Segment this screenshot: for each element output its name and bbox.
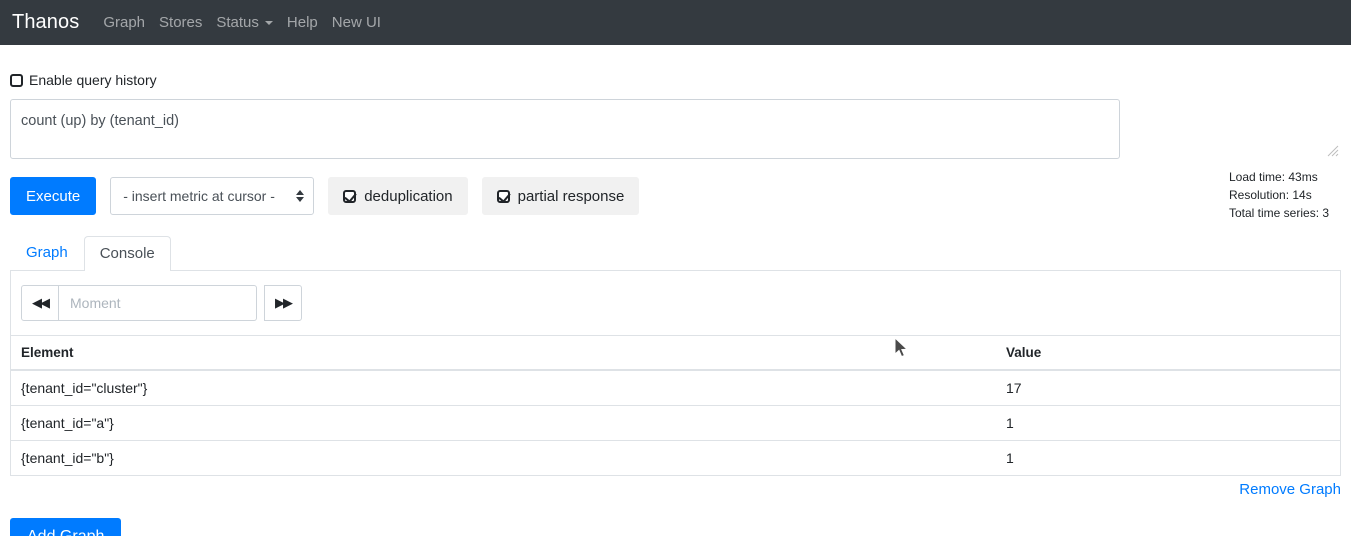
table-row: {tenant_id="b"} 1 — [11, 440, 1340, 475]
select-arrows-icon — [296, 190, 305, 202]
metric-select[interactable]: - insert metric at cursor - — [110, 177, 315, 215]
results-table: Element Value {tenant_id="cluster"} 17 {… — [11, 335, 1340, 475]
add-graph-button[interactable]: Add Graph — [10, 518, 122, 536]
nav-item-stores[interactable]: Stores — [159, 14, 202, 31]
tab-console[interactable]: Console — [83, 236, 171, 271]
chevron-down-icon — [264, 20, 273, 25]
stat-resolution: Resolution: 14s — [1229, 188, 1312, 202]
results-table-head: Element Value — [11, 335, 1340, 371]
table-row: {tenant_id="cluster"} 17 — [11, 369, 1340, 406]
deduplication-checkbox-icon[interactable] — [343, 189, 357, 203]
nav-item-stores-label: Stores — [159, 14, 203, 31]
cell-value: 17 — [996, 369, 1340, 406]
query-stats: Load time: 43ms Resolution: 14s Total ti… — [1229, 168, 1351, 222]
double-right-arrow-icon: ▶▶ — [275, 295, 293, 310]
stat-total-series: Total time series: 3 — [1229, 206, 1330, 220]
tab-graph[interactable]: Graph — [10, 235, 84, 270]
nav-item-status[interactable]: Status — [216, 14, 273, 31]
nav-item-help-label: Help — [286, 14, 318, 31]
partial-response-label: partial response — [517, 187, 625, 205]
cell-value: 1 — [996, 405, 1340, 441]
nav-item-graph[interactable]: Graph — [103, 14, 145, 31]
cell-element: {tenant_id="a"} — [11, 405, 996, 441]
moment-input[interactable] — [59, 285, 257, 321]
stat-load-time: Load time: 43ms — [1229, 170, 1318, 184]
console-panel: ◀◀ ▶▶ Element Value {tenant_id="cluster"… — [10, 270, 1341, 476]
nav-item-new-ui-label: New UI — [331, 14, 381, 31]
enable-query-history-checkbox[interactable] — [10, 73, 23, 87]
page-body: Enable query history Load time: 43ms Res… — [0, 72, 1351, 536]
query-controls: Execute - insert metric at cursor - dedu… — [10, 177, 1341, 215]
nav-item-status-label: Status — [216, 14, 259, 31]
execute-button[interactable]: Execute — [10, 177, 97, 215]
nav-item-new-ui[interactable]: New UI — [332, 14, 381, 31]
cell-value: 1 — [996, 440, 1340, 475]
navbar: Thanos Graph Stores Status Help New UI — [0, 0, 1351, 45]
metric-select-value: - insert metric at cursor - — [123, 188, 275, 204]
cell-element: {tenant_id="cluster"} — [11, 369, 996, 406]
column-header-element: Element — [11, 335, 996, 371]
enable-query-history-label: Enable query history — [29, 72, 157, 88]
query-input[interactable] — [10, 99, 1120, 159]
deduplication-toggle[interactable]: deduplication — [328, 177, 468, 215]
brand-thanos[interactable]: Thanos — [12, 11, 79, 34]
moment-prev-button[interactable]: ◀◀ — [21, 285, 59, 321]
moment-controls: ◀◀ ▶▶ — [11, 285, 1340, 321]
query-row — [10, 99, 1341, 159]
deduplication-label: deduplication — [364, 187, 453, 205]
remove-graph-link[interactable]: Remove Graph — [10, 481, 1341, 498]
column-header-value: Value — [996, 335, 1340, 371]
table-row: {tenant_id="a"} 1 — [11, 405, 1340, 441]
results-table-body: {tenant_id="cluster"} 17 {tenant_id="a"}… — [11, 369, 1340, 475]
double-left-arrow-icon: ◀◀ — [32, 295, 50, 310]
enable-query-history-row[interactable]: Enable query history — [10, 72, 1341, 88]
cell-element: {tenant_id="b"} — [11, 440, 996, 475]
resize-handle-icon[interactable] — [1325, 143, 1339, 157]
nav-item-help[interactable]: Help — [287, 14, 318, 31]
table-header-row: Element Value — [11, 335, 1340, 371]
result-tabs: Graph Console — [10, 234, 1341, 271]
partial-response-checkbox-icon[interactable] — [496, 189, 510, 203]
partial-response-toggle[interactable]: partial response — [481, 177, 640, 215]
moment-next-button[interactable]: ▶▶ — [264, 285, 302, 321]
nav-item-graph-label: Graph — [103, 14, 146, 31]
